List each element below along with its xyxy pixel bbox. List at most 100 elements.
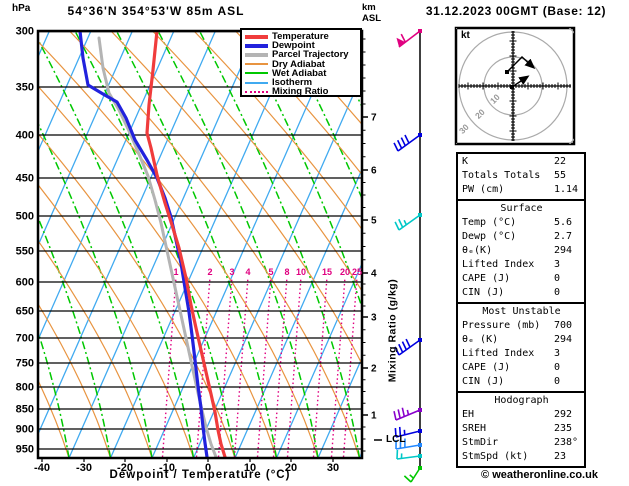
- barb-station-dot: [418, 133, 422, 137]
- barb-station-dot: [418, 29, 422, 33]
- index-label: StmDir: [462, 436, 554, 450]
- height-axis-unit: km ASL: [362, 2, 392, 24]
- isotherm-line: [0, 31, 8, 458]
- wind-barb: [395, 213, 422, 230]
- surface-table: Surface Temp (°C)5.6 Dewp (°C)2.7 θₑ(K)2…: [456, 199, 586, 304]
- barb-feather: [399, 219, 403, 227]
- index-value: 294: [554, 333, 581, 347]
- mixing-ratio-value-label: 10: [296, 267, 306, 277]
- hodograph-trace-origin: [505, 70, 509, 74]
- table-row: Dewp (°C)2.7: [462, 230, 581, 244]
- barb-station-dot: [418, 454, 422, 458]
- table-row: PW (cm)1.14: [462, 183, 581, 197]
- index-label: θₑ (K): [462, 333, 554, 347]
- legend: Temperature Dewpoint Parcel Trajectory D…: [240, 28, 362, 97]
- barb-shaft: [397, 456, 420, 459]
- mixing-ratio-line: [288, 277, 302, 457]
- mixing-ratio-value-label: 25: [352, 267, 362, 277]
- table-row: CIN (J)0: [462, 375, 581, 389]
- indices-table: K22 Totals Totals55 PW (cm)1.14: [456, 152, 586, 201]
- index-value: 0: [554, 272, 581, 286]
- pressure-tick-label: 600: [16, 277, 34, 289]
- barb-shaft: [396, 445, 420, 449]
- pressure-tick-label: 750: [16, 358, 34, 370]
- index-label: CIN (J): [462, 375, 554, 389]
- wind-barb: [396, 29, 422, 47]
- temperature-curve: [147, 31, 225, 457]
- hodograph: 102030: [432, 5, 594, 167]
- index-label: CIN (J): [462, 286, 554, 300]
- dry-adiabat-line-sample: [245, 63, 268, 65]
- barb-feather: [404, 220, 406, 225]
- pressure-tick-label: 950: [16, 444, 34, 456]
- legend-item: Mixing Ratio: [245, 87, 360, 96]
- barb-feather: [394, 143, 398, 151]
- mixing-ratio-value-label: 1: [173, 267, 178, 277]
- index-value: 292: [554, 408, 581, 422]
- index-value: 5.6: [554, 216, 581, 230]
- barb-feather: [402, 408, 404, 417]
- table-row: SREH235: [462, 422, 581, 436]
- barb-feather: [404, 476, 411, 482]
- index-value: 23: [554, 450, 581, 464]
- barb-feather: [405, 135, 409, 143]
- dewpoint-line-sample: [245, 44, 268, 48]
- hodograph-trace-origin: [510, 85, 514, 89]
- table-section-header: Hodograph: [462, 394, 581, 408]
- wind-barb: [404, 466, 422, 482]
- table-section-header: Most Unstable: [462, 305, 581, 319]
- km-tick-label: 1: [371, 411, 377, 422]
- datetime-title: 31.12.2023 00GMT (Base: 12): [403, 4, 629, 18]
- barb-feather: [410, 475, 414, 478]
- pressure-tick-label: 550: [16, 246, 34, 258]
- wet-adiabat-line: [0, 31, 69, 458]
- barb-feather: [406, 339, 410, 347]
- index-value: 294: [554, 244, 581, 258]
- mixing-ratio-value-label: 3: [229, 267, 234, 277]
- barb-station-dot: [418, 408, 422, 412]
- table-row: CIN (J)0: [462, 286, 581, 300]
- index-label: Lifted Index: [462, 258, 554, 272]
- wet-adiabat-line: [0, 31, 28, 458]
- skewt-sounding-page: 3003504004505005506006507007508008509009…: [0, 0, 629, 486]
- km-tick-label: 3: [371, 313, 377, 324]
- pressure-tick-label: 800: [16, 382, 34, 394]
- barb-feather: [401, 138, 405, 146]
- wet-adiabat-line-sample: [245, 72, 268, 74]
- barb-feather: [395, 222, 399, 230]
- table-row: θₑ (K)294: [462, 333, 581, 347]
- index-value: 238°: [554, 436, 581, 450]
- pressure-tick-label: 500: [16, 211, 34, 223]
- barb-station-dot: [418, 443, 422, 447]
- table-row: K22: [462, 155, 581, 169]
- table-row: Lifted Index3: [462, 258, 581, 272]
- table-section-header: Surface: [462, 202, 581, 216]
- mixing-ratio-line: [314, 277, 328, 457]
- most-unstable-table: Most Unstable Pressure (mb)700 θₑ (K)294…: [456, 302, 586, 393]
- index-value: 3: [554, 347, 581, 361]
- pressure-tick-label: 850: [16, 404, 34, 416]
- table-row: EH292: [462, 408, 581, 422]
- mixing-ratio-value-label: 5: [268, 267, 273, 277]
- table-row: StmSpd (kt)23: [462, 450, 581, 464]
- mixing-ratio-value-label: 8: [284, 267, 289, 277]
- dry-adiabat-line: [0, 31, 69, 458]
- index-label: K: [462, 155, 554, 169]
- legend-label: Mixing Ratio: [272, 86, 328, 97]
- index-value: 0: [554, 361, 581, 375]
- index-label: Totals Totals: [462, 169, 554, 183]
- table-row: Pressure (mb)700: [462, 319, 581, 333]
- parcel-line-sample: [245, 53, 268, 57]
- index-label: StmSpd (kt): [462, 450, 554, 464]
- sounding-indices-panel: K22 Totals Totals55 PW (cm)1.14 Surface …: [456, 152, 586, 468]
- hodograph-unit-label: kt: [461, 30, 470, 41]
- pressure-tick-label: 350: [16, 82, 34, 94]
- temperature-line-sample: [245, 35, 268, 39]
- isotherm-line: [0, 31, 49, 458]
- index-value: 2.7: [554, 230, 581, 244]
- lcl-label: LCL: [386, 434, 405, 445]
- barb-shaft: [399, 215, 420, 230]
- index-value: 235: [554, 422, 581, 436]
- index-label: CAPE (J): [462, 361, 554, 375]
- table-row: Temp (°C)5.6: [462, 216, 581, 230]
